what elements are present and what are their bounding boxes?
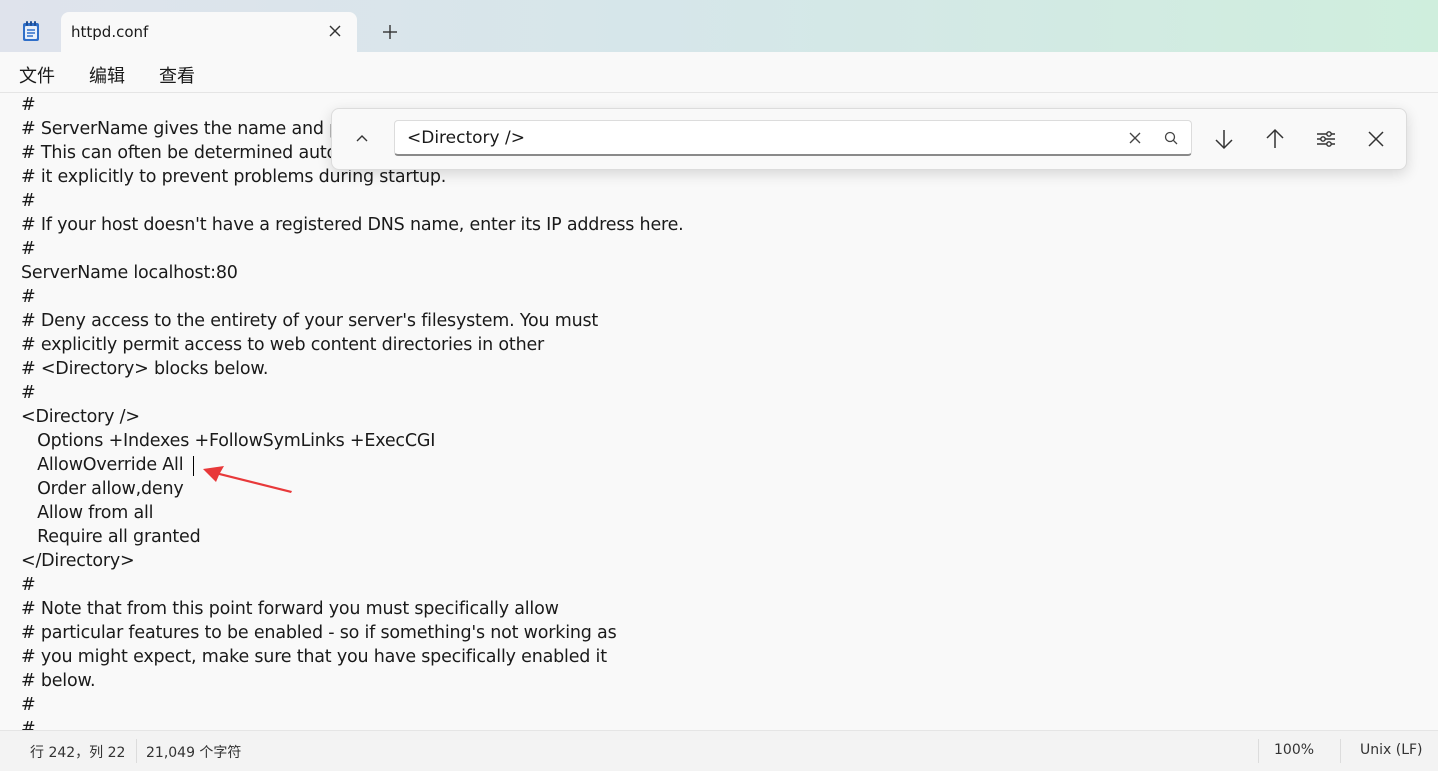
editor-line: # bbox=[21, 695, 36, 715]
editor-line: # bbox=[21, 191, 36, 211]
status-separator bbox=[136, 739, 137, 763]
new-tab-plus-icon[interactable] bbox=[380, 22, 400, 42]
status-separator bbox=[1340, 739, 1341, 763]
line-ending[interactable]: Unix (LF) bbox=[1360, 742, 1423, 758]
editor-line: # bbox=[21, 575, 36, 595]
close-find-button[interactable] bbox=[1359, 122, 1393, 156]
clear-search-icon[interactable] bbox=[1127, 130, 1143, 146]
find-previous-button[interactable] bbox=[1258, 122, 1292, 156]
editor-line: Order allow,deny bbox=[21, 479, 184, 499]
editor-line: # bbox=[21, 239, 36, 259]
search-options-button[interactable] bbox=[1309, 122, 1343, 156]
find-next-button[interactable] bbox=[1207, 122, 1241, 156]
editor-line: Allow from all bbox=[21, 503, 154, 523]
editor-line: # particular features to be enabled - so… bbox=[21, 623, 617, 643]
close-tab-icon[interactable] bbox=[327, 23, 343, 39]
menu-bar: 文件 编辑 查看 bbox=[0, 52, 1438, 92]
editor-line: # bbox=[21, 287, 36, 307]
character-count: 21,049 个字符 bbox=[146, 745, 242, 761]
notepad-app-icon bbox=[23, 21, 39, 41]
editor-line: # Note that from this point forward you … bbox=[21, 599, 559, 619]
status-bar: 行 242，列 22 21,049 个字符 100% Unix (LF) bbox=[0, 730, 1438, 771]
search-icon[interactable] bbox=[1163, 130, 1179, 146]
sliders-icon bbox=[1317, 131, 1335, 147]
zoom-level[interactable]: 100% bbox=[1274, 742, 1314, 758]
find-input-box[interactable] bbox=[394, 120, 1192, 156]
cursor-position: 行 242，列 22 bbox=[30, 745, 126, 761]
editor-line: # explicitly permit access to web conten… bbox=[21, 335, 545, 355]
editor-line: # If your host doesn't have a registered… bbox=[21, 215, 684, 235]
text-caret bbox=[193, 456, 194, 476]
menu-edit[interactable]: 编辑 bbox=[89, 62, 125, 88]
editor-line: # Deny access to the entirety of your se… bbox=[21, 311, 599, 331]
toggle-replace-button[interactable] bbox=[345, 122, 379, 156]
editor-line: # This can often be determined auto bbox=[21, 143, 338, 163]
find-panel bbox=[331, 108, 1407, 170]
editor-line: </Directory> bbox=[21, 551, 135, 571]
editor-line: # <Directory> blocks below. bbox=[21, 359, 269, 379]
arrow-up-icon bbox=[1266, 128, 1284, 148]
text-editor[interactable]: # # ServerName gives the name and p # Th… bbox=[0, 92, 1438, 731]
editor-line: <Directory /> bbox=[21, 407, 140, 427]
menu-file[interactable]: 文件 bbox=[19, 62, 55, 88]
editor-line: # bbox=[21, 383, 36, 403]
editor-line: # ServerName gives the name and p bbox=[21, 119, 341, 139]
editor-line: AllowOverride All bbox=[21, 455, 184, 475]
editor-line: Require all granted bbox=[21, 527, 201, 547]
tab-title: httpd.conf bbox=[71, 23, 149, 41]
editor-line: Options +Indexes +FollowSymLinks +ExecCG… bbox=[21, 431, 436, 451]
title-bar: httpd.conf bbox=[0, 0, 1438, 52]
tab-httpd-conf[interactable]: httpd.conf bbox=[61, 12, 357, 52]
editor-line: # bbox=[21, 95, 36, 115]
red-annotation-arrow bbox=[203, 466, 292, 493]
editor-line: # you might expect, make sure that you h… bbox=[21, 647, 607, 667]
editor-line: ServerName localhost:80 bbox=[21, 263, 238, 283]
status-separator bbox=[1258, 739, 1259, 763]
arrow-down-icon bbox=[1215, 130, 1233, 150]
chevron-up-icon bbox=[356, 135, 368, 142]
close-icon bbox=[1368, 131, 1384, 147]
editor-line: # below. bbox=[21, 671, 96, 691]
menu-view[interactable]: 查看 bbox=[159, 62, 195, 88]
editor-line: # bbox=[21, 719, 36, 731]
find-input[interactable] bbox=[407, 127, 1097, 149]
